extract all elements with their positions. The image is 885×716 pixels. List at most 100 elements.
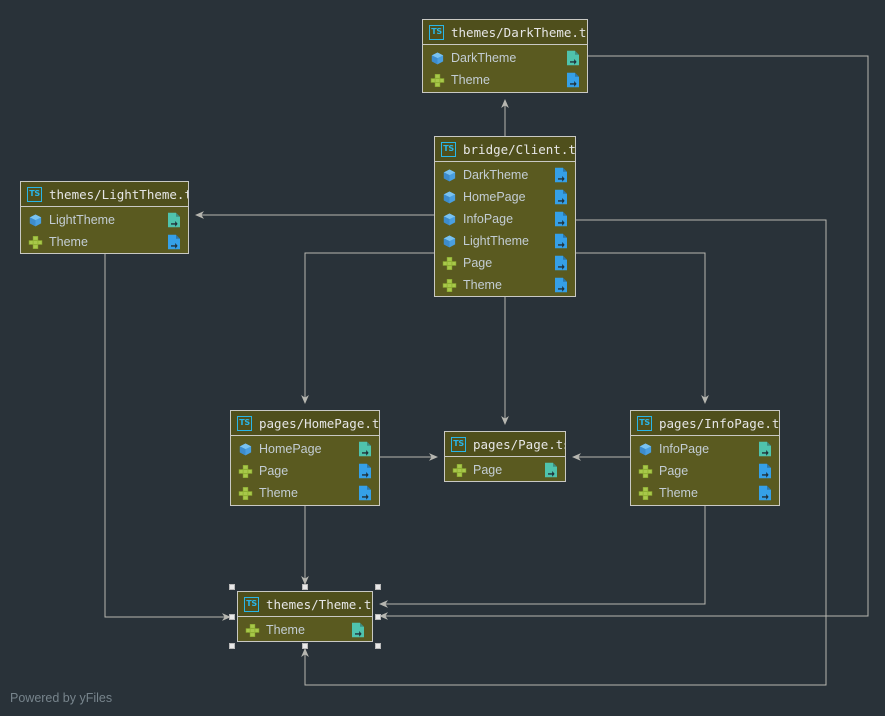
member-row[interactable]: Page	[231, 460, 379, 482]
class-icon	[431, 52, 444, 64]
file-blue-icon	[567, 72, 579, 88]
file-blue-icon	[555, 277, 567, 293]
yfiles-watermark: Powered by yFiles	[10, 691, 113, 705]
member-label: Theme	[49, 235, 88, 249]
node-members: DarkTheme Theme	[423, 45, 587, 92]
selection-handle[interactable]	[375, 643, 381, 649]
selection-handle[interactable]	[229, 584, 235, 590]
member-row[interactable]: Theme	[435, 274, 575, 296]
node-infopage[interactable]: TS pages/InfoPage.ts InfoPage Page Theme	[630, 410, 780, 506]
interface-icon	[452, 463, 467, 477]
edge-client-to-infopage[interactable]	[576, 252, 709, 404]
member-row[interactable]: InfoPage	[435, 208, 575, 230]
member-row[interactable]: Theme	[231, 482, 379, 504]
file-blue-icon	[555, 233, 567, 249]
member-label: Theme	[451, 73, 490, 87]
member-label: Theme	[266, 623, 305, 637]
selection-handle[interactable]	[375, 613, 381, 620]
file-teal-icon	[567, 50, 579, 66]
node-title: pages/HomePage.ts	[259, 415, 380, 431]
node-theme[interactable]: TS themes/Theme.ts Theme	[237, 591, 373, 642]
member-label: Page	[259, 464, 289, 478]
node-title: pages/InfoPage.ts	[659, 415, 780, 431]
member-label: DarkTheme	[451, 51, 517, 65]
node-members: LightTheme Theme	[21, 207, 188, 253]
node-members: Theme	[238, 617, 372, 641]
member-label: HomePage	[259, 442, 322, 456]
node-darktheme[interactable]: TS themes/DarkTheme.ts DarkTheme Theme	[422, 19, 588, 93]
selection-handle[interactable]	[229, 613, 235, 620]
member-row[interactable]: Theme	[631, 482, 779, 504]
node-page[interactable]: TS pages/Page.ts Page	[444, 431, 566, 482]
interface-icon	[442, 278, 457, 292]
typescript-badge-icon: TS	[429, 24, 444, 40]
edge-client-to-homepage[interactable]	[301, 252, 434, 404]
typescript-badge-icon: TS	[27, 186, 42, 202]
member-row[interactable]: Page	[631, 460, 779, 482]
node-lighttheme[interactable]: TS themes/LightTheme.ts LightTheme Theme	[20, 181, 189, 254]
file-teal-icon	[759, 441, 771, 457]
member-row[interactable]: Page	[445, 459, 565, 481]
file-teal-icon	[545, 462, 557, 478]
selection-handle[interactable]	[375, 584, 381, 590]
member-label: LightTheme	[49, 213, 116, 227]
selection-handle[interactable]	[229, 643, 235, 649]
member-label: LightTheme	[463, 234, 530, 248]
file-teal-icon	[352, 622, 364, 638]
node-header[interactable]: TS pages/Page.ts	[445, 432, 565, 457]
node-title: themes/DarkTheme.ts	[451, 24, 588, 40]
member-row[interactable]: Theme	[21, 231, 188, 253]
edge-lighttheme-to-theme[interactable]	[104, 254, 231, 621]
file-blue-icon	[555, 211, 567, 227]
member-label: Page	[473, 463, 503, 477]
node-header[interactable]: TS themes/Theme.ts	[238, 592, 372, 617]
class-icon	[239, 443, 252, 455]
file-teal-icon	[168, 212, 180, 228]
file-teal-icon	[359, 441, 371, 457]
selection-handle[interactable]	[302, 643, 308, 649]
file-blue-icon	[359, 463, 371, 479]
interface-icon	[245, 623, 260, 637]
node-title: bridge/Client.ts	[463, 141, 576, 157]
node-header[interactable]: TS bridge/Client.ts	[435, 137, 575, 162]
member-label: Page	[463, 256, 493, 270]
typescript-badge-icon: TS	[451, 436, 466, 452]
member-row[interactable]: LightTheme	[435, 230, 575, 252]
member-row[interactable]: InfoPage	[631, 438, 779, 460]
edge-infopage-to-theme[interactable]	[379, 506, 706, 608]
node-title: pages/Page.ts	[473, 436, 566, 452]
member-row[interactable]: Theme	[238, 619, 372, 641]
edge-layer	[104, 55, 869, 686]
member-row[interactable]: DarkTheme	[423, 47, 587, 69]
member-row[interactable]: Theme	[423, 69, 587, 91]
node-title: themes/LightTheme.ts	[49, 186, 189, 202]
interface-icon	[442, 256, 457, 270]
member-row[interactable]: HomePage	[435, 186, 575, 208]
typescript-badge-icon: TS	[237, 415, 252, 431]
interface-icon	[638, 486, 653, 500]
graph-canvas[interactable]: TS themes/DarkTheme.ts DarkTheme Theme TS bri…	[0, 0, 885, 716]
node-header[interactable]: TS themes/DarkTheme.ts	[423, 20, 587, 45]
member-label: Theme	[463, 278, 502, 292]
class-icon	[443, 213, 456, 225]
interface-icon	[638, 464, 653, 478]
node-client[interactable]: TS bridge/Client.ts DarkTheme HomePage InfoP…	[434, 136, 576, 297]
member-row[interactable]: HomePage	[231, 438, 379, 460]
member-label: Page	[659, 464, 689, 478]
node-header[interactable]: TS themes/LightTheme.ts	[21, 182, 188, 207]
node-header[interactable]: TS pages/InfoPage.ts	[631, 411, 779, 436]
selection-handle[interactable]	[302, 584, 308, 590]
node-header[interactable]: TS pages/HomePage.ts	[231, 411, 379, 436]
member-row[interactable]: Page	[435, 252, 575, 274]
class-icon	[29, 214, 42, 226]
node-members: Page	[445, 457, 565, 481]
member-label: Theme	[259, 486, 298, 500]
member-row[interactable]: LightTheme	[21, 209, 188, 231]
member-row[interactable]: DarkTheme	[435, 164, 575, 186]
file-blue-icon	[168, 234, 180, 250]
file-blue-icon	[359, 485, 371, 501]
file-blue-icon	[759, 463, 771, 479]
typescript-badge-icon: TS	[637, 415, 652, 431]
file-blue-icon	[555, 189, 567, 205]
node-homepage[interactable]: TS pages/HomePage.ts HomePage Page Theme	[230, 410, 380, 506]
